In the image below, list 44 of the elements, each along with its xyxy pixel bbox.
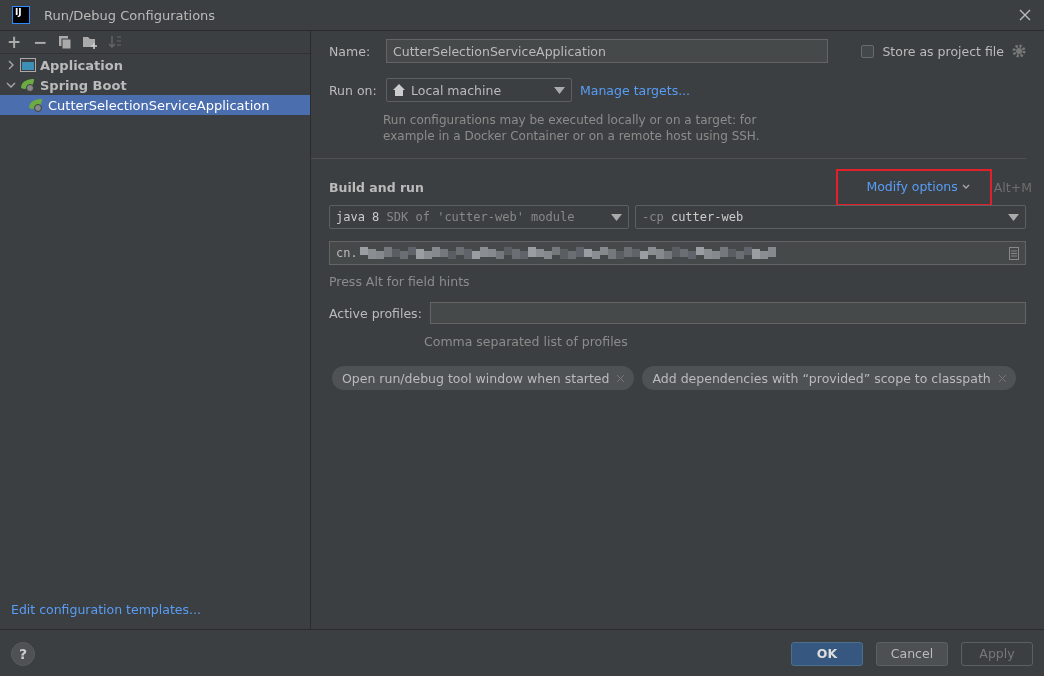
- tree-item[interactable]: Spring Boot: [0, 75, 310, 95]
- close-icon[interactable]: [1018, 8, 1032, 22]
- modify-options-link[interactable]: Modify options: [866, 179, 958, 194]
- tree-item[interactable]: Application: [0, 55, 310, 75]
- classpath-dropdown[interactable]: -cp cutter-web: [635, 205, 1026, 229]
- name-label: Name:: [329, 43, 372, 59]
- field-hint: Press Alt for field hints: [329, 274, 471, 289]
- home-icon: [393, 84, 405, 96]
- leaf-icon: [28, 98, 44, 112]
- help-button[interactable]: ?: [11, 641, 35, 666]
- manage-targets-link[interactable]: Manage targets...: [580, 82, 691, 98]
- caret-icon: [554, 86, 565, 94]
- checkbox[interactable]: [861, 44, 875, 58]
- run-on-hint: Run configurations may be executed locally or on a target: for example in a Docker Container or on a remote host using SSH.: [383, 112, 761, 144]
- active-profiles-field[interactable]: [429, 302, 1026, 324]
- run-on-label: Run on:: [329, 82, 378, 98]
- leaf-icon: [20, 78, 36, 92]
- name-field[interactable]: CutterSelectionServiceApplication: [386, 39, 828, 63]
- run-on-dropdown[interactable]: Local machine: [386, 78, 572, 102]
- sort-icon[interactable]: [108, 35, 122, 49]
- document-icon[interactable]: [1009, 246, 1019, 260]
- tree-item[interactable]: CutterSelectionServiceApplication: [0, 95, 310, 115]
- app-logo: IJ: [12, 6, 30, 24]
- templates-link[interactable]: Edit configuration templates...: [0, 602, 310, 629]
- dialog-button[interactable]: OK: [791, 641, 863, 666]
- jdk-dropdown[interactable]: java 8 SDK of 'cutter-web' module: [329, 205, 629, 229]
- toolbar-button[interactable]: +: [6, 33, 22, 51]
- active-profiles-label: Active profiles:: [329, 305, 422, 321]
- window-title: Run/Debug Configurations: [44, 7, 217, 23]
- copy-icon[interactable]: [58, 35, 72, 49]
- gear-icon[interactable]: [1012, 44, 1026, 58]
- store-label: Store as project file: [882, 43, 1004, 59]
- main-class-field[interactable]: cn.: [329, 241, 1026, 265]
- caret-icon: [611, 213, 622, 221]
- chevron-icon: [961, 183, 970, 190]
- folder-add-icon[interactable]: [82, 35, 98, 49]
- profiles-hint: Comma separated list of profiles: [424, 334, 629, 349]
- toolbar-button[interactable]: −: [32, 33, 48, 51]
- caret-icon: [1008, 213, 1019, 221]
- window-icon: [20, 58, 36, 72]
- option-chip[interactable]: Add dependencies with “provided” scope to classpath: [642, 366, 1016, 390]
- section-title: Build and run: [329, 180, 424, 195]
- dialog-button[interactable]: Cancel: [876, 641, 948, 666]
- option-chip[interactable]: Open run/debug tool window when started: [332, 366, 635, 390]
